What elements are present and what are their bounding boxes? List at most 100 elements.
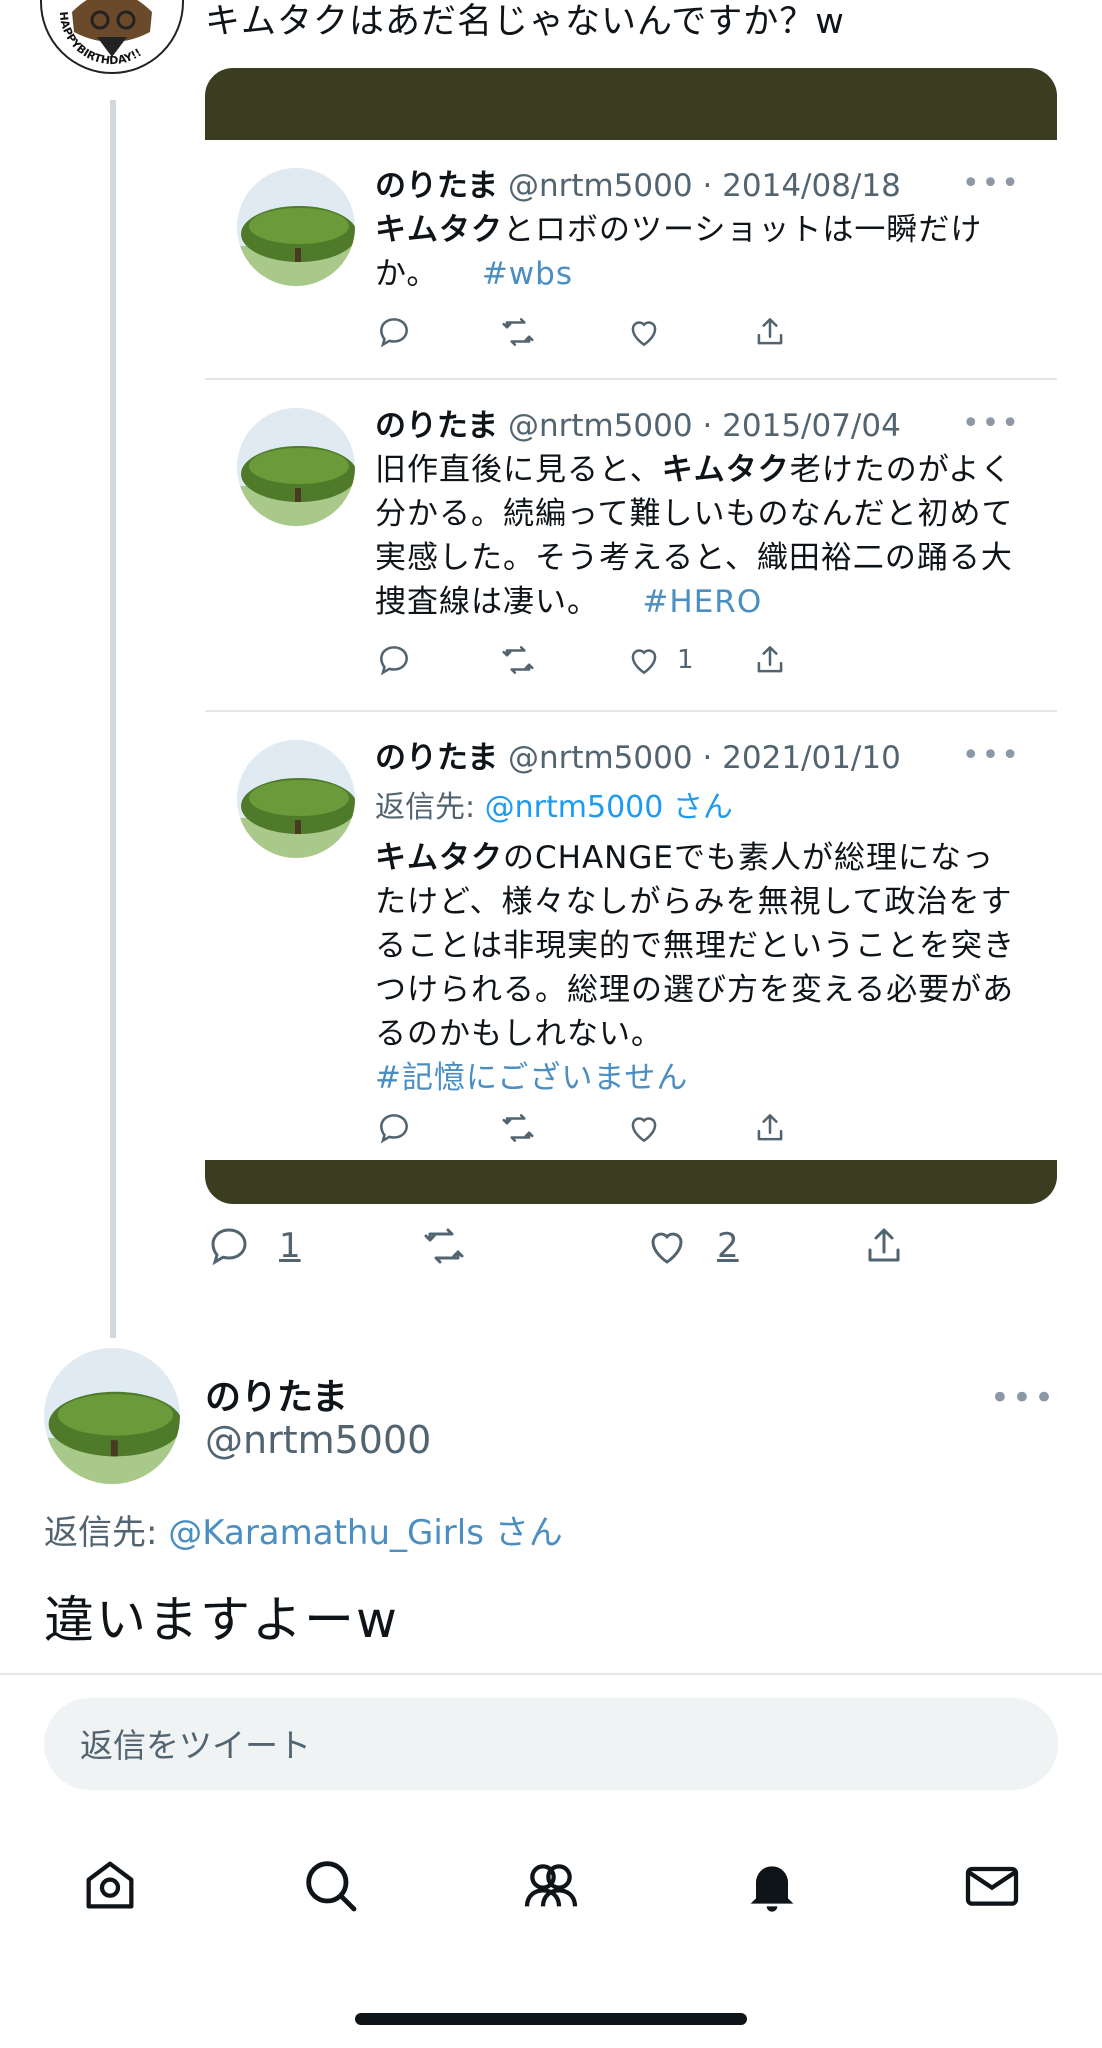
reply-icon [380,318,408,348]
mention-link[interactable]: @nrtm5000 さん [485,790,733,825]
more-options-icon[interactable]: ••• [990,1378,1056,1418]
share-icon [868,1228,900,1262]
like-button[interactable] [625,1109,663,1147]
body-text: 分かる。続編って難しいものなんだと初めて [375,496,1014,532]
share-icon [757,1114,783,1141]
bottom-tab-bar [0,1840,1102,1930]
share-button[interactable] [751,313,789,351]
reply-to-line: 返信先: @nrtm5000 さん [375,782,733,826]
tweet-header: のりたま @nrtm5000 · 2014/08/18 [375,166,901,206]
reply-button[interactable] [375,641,413,679]
more-options-icon[interactable]: ••• [962,166,1021,201]
notifications-icon [750,1866,794,1912]
avatar[interactable] [237,740,355,858]
tab-messages[interactable] [957,1850,1027,1920]
reply-button[interactable]: 1 [205,1222,301,1270]
display-name[interactable]: のりたま [375,408,498,444]
tweet-header: のりたま @nrtm5000 · 2021/01/10 [375,738,901,778]
avatar[interactable] [237,408,355,526]
timestamp[interactable]: · 2015/07/04 [702,408,900,444]
thread-line [110,100,116,1338]
body-text: のCHANGEでも素人が総理になっ [503,840,994,876]
messages-icon [965,1866,1019,1906]
avatar-illustration-icon: HAPPYBIRTHDAY!! [44,0,180,70]
retweet-button[interactable] [499,641,537,679]
handle[interactable]: @nrtm5000 [508,168,693,204]
body-text: つけられる。総理の選び方を変える必要があ [375,972,1015,1008]
more-options-icon[interactable]: ••• [962,738,1021,773]
share-button[interactable] [751,1109,789,1147]
handle[interactable]: @nrtm5000 [205,1418,431,1462]
reply-icon [380,646,408,676]
tab-search[interactable] [295,1850,365,1920]
avatar[interactable] [237,168,355,286]
reply-to-label: 返信先: [44,1513,158,1553]
mention-link[interactable]: @Karamathu_Girls さん [168,1513,562,1553]
retweet-button[interactable] [420,1222,468,1270]
handle[interactable]: @nrtm5000 [508,740,693,776]
share-button[interactable] [860,1222,908,1270]
divider [0,1673,1102,1675]
body-text: 捜査線は凄い。 [375,584,599,620]
avatar[interactable]: HAPPYBIRTHDAY!! [40,0,184,74]
tweet-actions [375,1106,915,1150]
body-text: たけど、様々なしがらみを無視して政治をす [375,884,1013,920]
bold-keyword: キムタク [375,212,503,248]
tweet-text: 違いますよーw [44,1591,399,1649]
tweet-body: キムタクとロボのツーショットは一瞬だけ か。 #wbs [375,208,1025,296]
reply-count[interactable]: 1 [279,1226,301,1266]
hashtag-link[interactable]: #wbs [482,256,573,292]
hashtag-link[interactable]: #記憶にございません [375,1056,1025,1100]
timestamp[interactable]: · 2014/08/18 [702,168,900,204]
body-text: 老けたのがよく [789,452,1013,488]
timestamp[interactable]: · 2021/01/10 [702,740,900,776]
bold-keyword: キムタク [375,840,503,876]
display-name[interactable]: のりたま [375,740,498,776]
retweet-button[interactable] [499,313,537,351]
reply-button[interactable] [375,313,413,351]
handle[interactable]: @nrtm5000 [508,408,693,444]
tree-avatar-icon [237,408,355,526]
reply-compose-box[interactable] [44,1698,1058,1792]
bold-keyword: キムタク [661,452,790,488]
embedded-tweet[interactable]: のりたま @nrtm5000 · 2014/08/18 ••• キムタクとロボの… [205,140,1057,380]
tweet-header: のりたま @nrtm5000 · 2015/07/04 [375,406,901,446]
like-button[interactable]: 2 [643,1222,739,1270]
embedded-tweet[interactable]: のりたま @nrtm5000 · 2021/01/10 ••• 返信先: @nr… [205,712,1057,1160]
reply-input[interactable] [44,1698,1022,1792]
like-button[interactable] [625,313,663,351]
body-text: か。 [375,256,439,292]
reply-icon [211,1228,247,1266]
tab-communities[interactable] [516,1850,586,1920]
like-count[interactable]: 2 [717,1226,739,1266]
retweet-button[interactable] [499,1109,537,1147]
tab-home[interactable] [75,1850,145,1920]
retweet-icon [502,646,534,674]
embedded-tweet[interactable]: のりたま @nrtm5000 · 2015/07/04 ••• 旧作直後に見ると… [205,380,1057,712]
heart-icon [651,1232,683,1264]
hashtag-link[interactable]: #HERO [642,584,762,620]
embedded-tweets-card[interactable]: のりたま @nrtm5000 · 2014/08/18 ••• キムタクとロボの… [205,68,1057,1204]
retweet-icon [502,318,534,346]
body-text: 実感した。そう考えると、織田裕二の踊る大 [375,540,1013,576]
display-name[interactable]: のりたま [375,168,498,204]
share-icon [757,318,783,345]
body-text: るのかもしれない。 [375,1016,663,1052]
main-tweet-actions: 1 2 [205,1222,945,1282]
tweet-body: キムタクのCHANGEでも素人が総理になっ たけど、様々なしがらみを無視して政治… [375,836,1025,1100]
tab-notifications[interactable] [737,1850,807,1920]
body-text: 旧作直後に見ると、 [375,452,662,488]
more-options-icon[interactable]: ••• [962,406,1021,441]
tree-avatar-icon [44,1348,180,1484]
retweet-icon [502,1114,534,1142]
body-text: ることは非現実的で無理だということを突き [375,928,1015,964]
reply-icon [380,1114,408,1144]
embedded-tweets-list: のりたま @nrtm5000 · 2014/08/18 ••• キムタクとロボの… [205,140,1057,1160]
share-button[interactable] [751,641,789,679]
avatar[interactable] [44,1348,180,1484]
display-name[interactable]: のりたま [205,1368,348,1420]
reply-button[interactable] [375,1109,413,1147]
like-button[interactable]: 1 [625,641,694,679]
search-icon [306,1861,357,1912]
home-icon [86,1861,134,1909]
